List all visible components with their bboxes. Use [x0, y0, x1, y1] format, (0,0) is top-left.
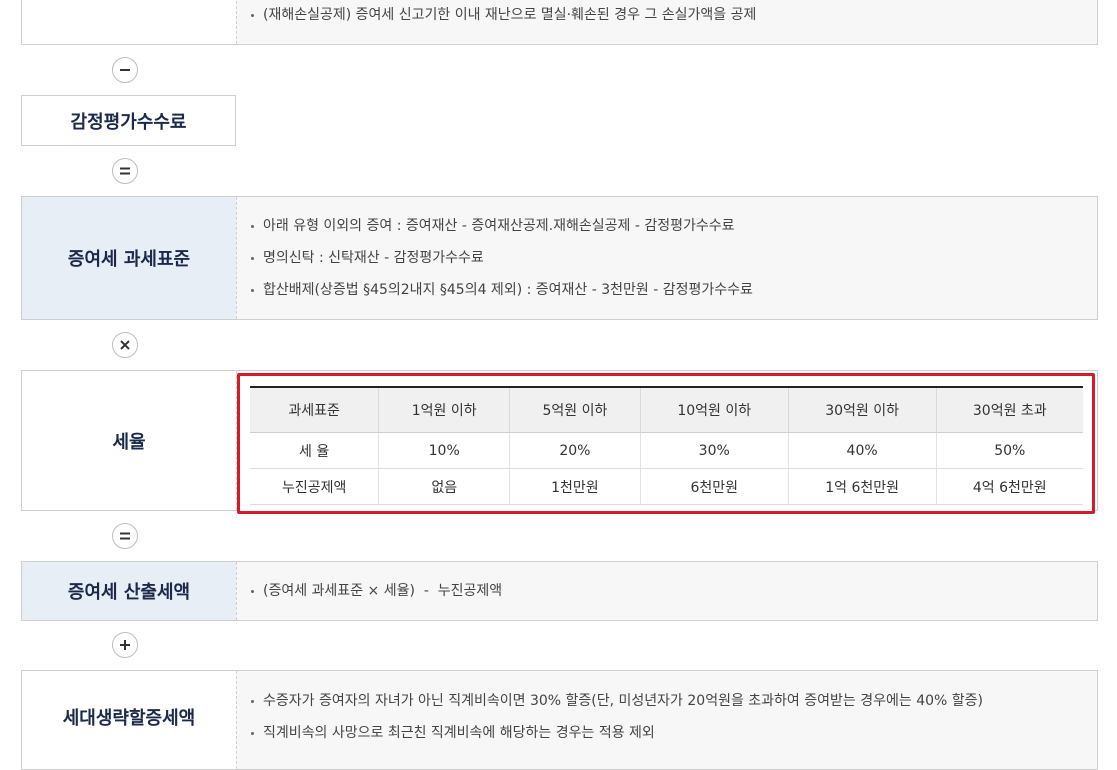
table-cell: 40% [788, 432, 937, 469]
calculated-tax-content: (증여세 과세표준 × 세율) - 누진공제액 [236, 562, 1097, 620]
column-header: 5억원 이하 [509, 387, 641, 433]
minus-icon [112, 57, 138, 83]
tax-base-row: 증여세 과세표준 아래 유형 이외의 증여 : 증여재산 - 증여재산공제.재해… [21, 196, 1098, 320]
disaster-loss-content: (재해손실공제) 증여세 신고기한 이내 재난으로 멸실·훼손된 경우 그 손실… [236, 0, 1097, 44]
table-cell: 없음 [378, 468, 511, 505]
times-icon [112, 332, 138, 358]
bullet-item: 합산배제(상증법 §45의2내지 §45의4 제외) : 증여재산 - 3천만원… [249, 280, 1097, 300]
plus-icon [112, 632, 138, 658]
tax-base-content: 아래 유형 이외의 증여 : 증여재산 - 증여재산공제.재해손실공제 - 감정… [236, 197, 1097, 319]
generation-skip-row: 세대생략할증세액 수증자가 증여자의 자녀가 아닌 직계비속이면 30% 할증(… [21, 670, 1098, 770]
column-header: 1억원 이하 [378, 387, 511, 433]
bullet-item: 직계비속의 사망으로 최근친 직계비속에 해당하는 경우는 적용 제외 [249, 723, 1097, 743]
table-cell: 10% [378, 432, 511, 469]
table-cell: 누진공제액 [250, 468, 380, 505]
table-row: 세 율 10% 20% 30% 40% 50% [250, 432, 1083, 469]
disaster-loss-row: (재해손실공제) 증여세 신고기한 이내 재난으로 멸실·훼손된 경우 그 손실… [21, 0, 1098, 45]
table-row: 누진공제액 없음 1천만원 6천만원 1억 6천만원 4억 6천만원 [250, 468, 1083, 505]
table-cell: 30% [640, 432, 789, 469]
bullet-item: (증여세 과세표준 × 세율) - 누진공제액 [249, 581, 1097, 601]
column-header: 과세표준 [250, 387, 380, 433]
tax-rate-table: 과세표준 1억원 이하 5억원 이하 10억원 이하 30억원 이하 30억원 … [250, 386, 1083, 505]
equals-icon [112, 158, 138, 184]
generation-skip-content: 수증자가 증여자의 자녀가 아닌 직계비속이면 30% 할증(단, 미성년자가 … [236, 671, 1097, 769]
bullet-item: 아래 유형 이외의 증여 : 증여재산 - 증여재산공제.재해손실공제 - 감정… [249, 216, 1097, 236]
column-header: 30억원 초과 [936, 387, 1083, 433]
equals-icon [112, 523, 138, 549]
tax-base-label: 증여세 과세표준 [22, 197, 236, 319]
appraisal-fee-label: 감정평가수수료 [70, 111, 187, 133]
generation-skip-label: 세대생략할증세액 [62, 708, 196, 729]
table-header-row: 과세표준 1억원 이하 5억원 이하 10억원 이하 30억원 이하 30억원 … [250, 387, 1083, 433]
table-cell: 20% [509, 432, 641, 469]
table-cell: 1억 6천만원 [788, 468, 937, 505]
column-header: 10억원 이하 [640, 387, 789, 433]
table-cell: 1천만원 [509, 468, 641, 505]
table-cell: 50% [936, 432, 1083, 469]
calculated-tax-row: 증여세 산출세액 (증여세 과세표준 × 세율) - 누진공제액 [21, 561, 1098, 621]
table-cell: 세 율 [250, 432, 380, 469]
column-header: 30억원 이하 [788, 387, 937, 433]
table-cell: 6천만원 [640, 468, 789, 505]
tax-rate-label: 세율 [112, 431, 146, 453]
table-cell: 4억 6천만원 [936, 468, 1083, 505]
calculated-tax-label: 증여세 산출세액 [22, 562, 236, 620]
appraisal-fee-row: 감정평가수수료 [21, 95, 236, 146]
bullet-item: (재해손실공제) 증여세 신고기한 이내 재난으로 멸실·훼손된 경우 그 손실… [249, 5, 1097, 25]
bullet-item: 명의신탁 : 신탁재산 - 감정평가수수료 [249, 248, 1097, 268]
bullet-item: 수증자가 증여자의 자녀가 아닌 직계비속이면 30% 할증(단, 미성년자가 … [249, 691, 1097, 711]
tax-rate-table-highlight: 과세표준 1억원 이하 5억원 이하 10억원 이하 30억원 이하 30억원 … [237, 373, 1095, 514]
disaster-loss-label-cell [22, 0, 236, 44]
